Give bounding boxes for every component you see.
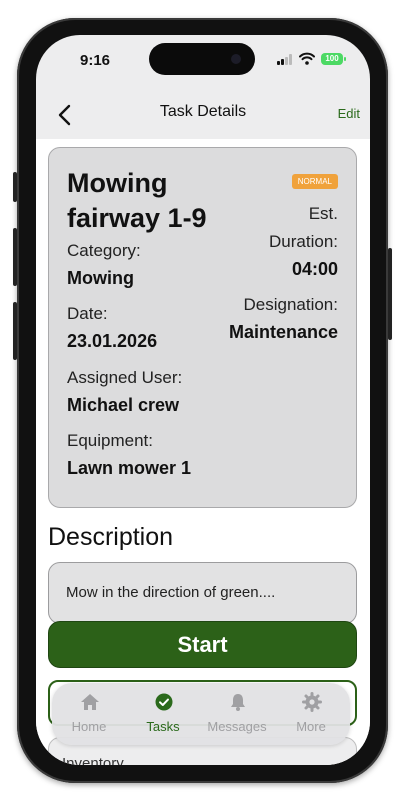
- tab-messages-label: Messages: [207, 719, 267, 734]
- edit-button[interactable]: Edit: [338, 106, 360, 121]
- date-value: 23.01.2026: [67, 331, 158, 351]
- task-card: Mowing fairway 1-9 NORMAL Category: Mowi…: [48, 147, 357, 508]
- equipment-label: Equipment:: [67, 431, 153, 450]
- content-area[interactable]: Mowing fairway 1-9 NORMAL Category: Mowi…: [36, 139, 370, 765]
- tab-bar: Home Tasks Messages More: [52, 683, 350, 745]
- inventory-label: Inventory: [62, 755, 124, 765]
- status-time: 9:16: [80, 52, 111, 69]
- camera-icon: [231, 54, 241, 64]
- volume-up-button: [13, 228, 17, 286]
- equipment-value: Lawn mower 1: [67, 458, 192, 478]
- duration-label-est: Est.: [308, 204, 338, 223]
- description-heading: Description: [48, 523, 174, 551]
- screen: 9:16 100 Task Details Edit Mowing fairwa…: [36, 35, 370, 765]
- signal-icon: [277, 54, 292, 65]
- status-bar: 9:16 100: [36, 35, 370, 83]
- tab-tasks-label: Tasks: [146, 719, 180, 734]
- tab-home[interactable]: Home: [52, 683, 126, 745]
- assigned-user-value: Michael crew: [67, 395, 180, 415]
- start-button[interactable]: Start: [48, 621, 357, 668]
- bell-icon: [231, 694, 245, 711]
- date-label: Date:: [67, 304, 108, 323]
- volume-down-button: [13, 302, 17, 360]
- wifi-icon: [299, 52, 315, 65]
- page-title: Task Details: [159, 103, 247, 120]
- tab-more-label: More: [296, 719, 326, 734]
- designation-label: Designation:: [243, 295, 338, 314]
- task-title: Mowing fairway 1-9: [67, 168, 207, 233]
- duration-label: Duration:: [269, 232, 338, 251]
- duration-value: 04:00: [291, 259, 338, 279]
- home-icon: [81, 694, 99, 710]
- nav-bar: Task Details Edit: [36, 95, 370, 139]
- category-label: Category:: [67, 241, 141, 260]
- assigned-user-label: Assigned User:: [67, 368, 183, 387]
- category-value: Mowing: [67, 268, 134, 288]
- designation-value: Maintenance: [228, 322, 338, 342]
- tab-messages[interactable]: Messages: [200, 683, 274, 745]
- tab-more[interactable]: More: [274, 683, 348, 745]
- priority-badge: NORMAL: [291, 174, 338, 189]
- description-box: Mow in the direction of green....: [48, 562, 357, 624]
- power-button: [388, 248, 392, 340]
- gear-icon: [302, 692, 322, 712]
- mute-switch: [13, 172, 17, 202]
- dynamic-island: [149, 43, 255, 75]
- check-circle-icon: [155, 693, 173, 711]
- tab-home-label: Home: [71, 719, 107, 734]
- tab-tasks[interactable]: Tasks: [126, 683, 200, 745]
- battery-icon: 100: [321, 53, 346, 65]
